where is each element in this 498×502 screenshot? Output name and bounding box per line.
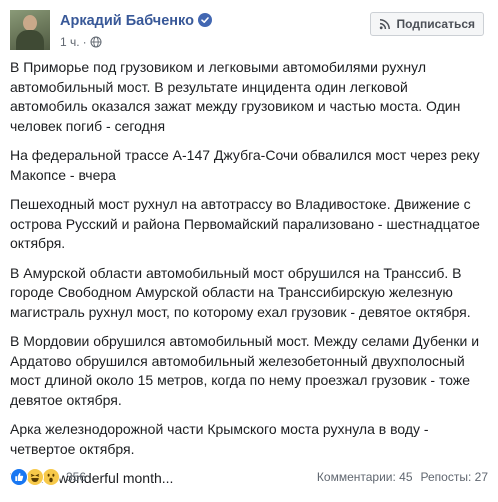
post-paragraph: На федеральной трассе А-147 Джубга-Сочи … xyxy=(10,147,480,183)
subscribe-button[interactable]: Подписаться xyxy=(369,12,484,36)
reposts-count-link[interactable]: Репосты: 27 xyxy=(421,470,488,484)
post-footer: 356 Комментарии: 45 Репосты: 27 xyxy=(10,466,488,490)
globe-icon[interactable] xyxy=(90,36,102,48)
post-paragraph: В Мордовии обрушился автомобильный мост.… xyxy=(10,333,480,408)
post-paragraph: Арка железнодорожной части Крымского мос… xyxy=(10,421,429,457)
author-name-row: Аркадий Бабченко xyxy=(60,13,212,29)
haha-icon xyxy=(26,468,44,486)
comments-count-link[interactable]: Комментарии: 45 xyxy=(317,470,413,484)
post-header: Аркадий Бабченко 1 ч. · Подписаться xyxy=(10,10,488,56)
post-paragraph: В Приморье под грузовиком и легковыми ав… xyxy=(10,59,461,134)
verified-badge-icon xyxy=(197,13,212,27)
avatar-body xyxy=(16,30,44,50)
facebook-post: Аркадий Бабченко 1 ч. · Подписаться В При… xyxy=(0,0,498,502)
post-text: В Приморье под грузовиком и легковыми ав… xyxy=(10,58,486,499)
author-avatar[interactable] xyxy=(10,10,50,50)
post-paragraph: В Амурской области автомобильный мост об… xyxy=(10,264,471,320)
meta-separator: · xyxy=(82,35,87,49)
avatar-head xyxy=(23,15,37,31)
subscribe-label: Подписаться xyxy=(396,17,475,31)
post-timestamp[interactable]: 1 ч. xyxy=(60,35,80,49)
reaction-count: 356 xyxy=(66,470,87,484)
post-paragraph: Пешеходный мост рухнул на автотрассу во … xyxy=(10,196,480,251)
like-icon xyxy=(10,468,28,486)
rss-icon xyxy=(379,19,390,30)
wow-icon xyxy=(42,468,60,486)
reactions-summary[interactable]: 356 xyxy=(10,468,86,486)
author-name-link[interactable]: Аркадий Бабченко xyxy=(60,13,194,29)
post-meta: 1 ч. · xyxy=(60,35,102,49)
post-stats: Комментарии: 45 Репосты: 27 xyxy=(317,470,488,484)
